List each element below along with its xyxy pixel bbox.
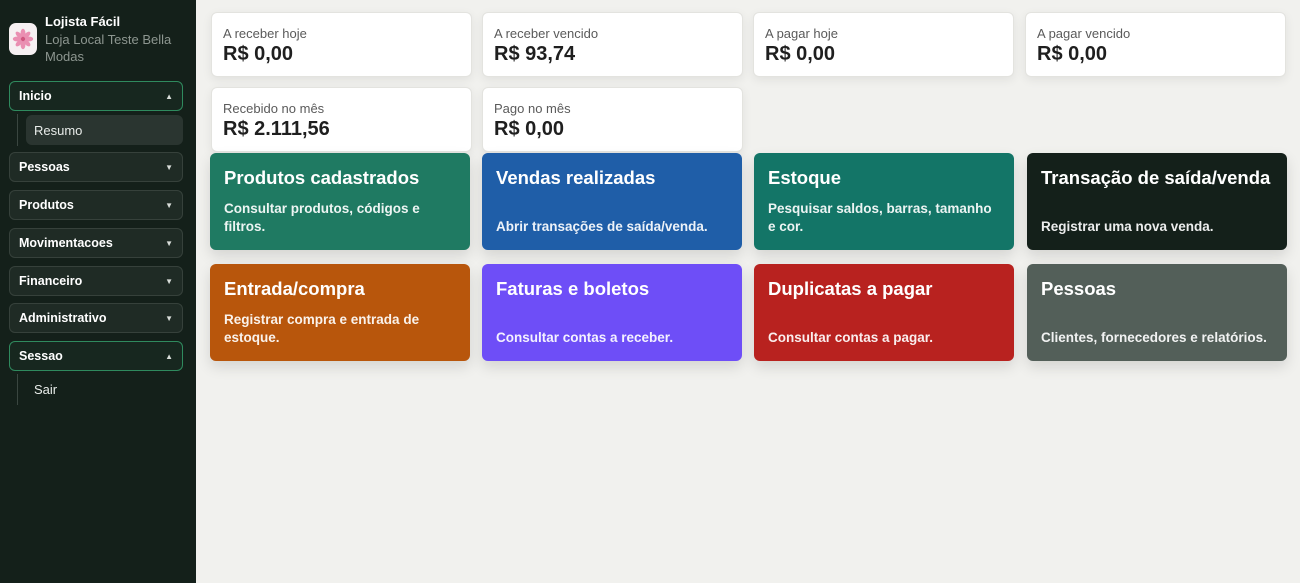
tile-title: Transação de saída/venda: [1041, 167, 1271, 188]
menu-label: Administrativo: [19, 311, 107, 325]
summary-card-receber-hoje: A receber hoje R$ 0,00: [211, 12, 472, 77]
tile-description: Pesquisar saldos, barras, tamanho e cor.: [768, 201, 992, 234]
tile-description: Registrar compra e entrada de estoque.: [224, 312, 420, 345]
tile-pessoas[interactable]: Pessoas Clientes, fornecedores e relatór…: [1027, 264, 1287, 361]
menu-label: Movimentacoes: [19, 236, 113, 250]
summary-label: A receber vencido: [494, 26, 599, 41]
menu-label: Pessoas: [19, 160, 70, 174]
summary-value: R$ 0,00: [1037, 43, 1108, 65]
tile-entrada-compra[interactable]: Entrada/compra Registrar compra e entrad…: [210, 264, 470, 361]
summary-label: Recebido no mês: [223, 101, 325, 116]
sidebar: Lojista Fácil Loja Local Teste Bella Mod…: [0, 0, 196, 583]
caret-up-icon: ▲: [165, 91, 173, 101]
tile-title: Estoque: [768, 167, 841, 188]
summary-value: R$ 2.111,56: [223, 118, 330, 140]
tile-description: Consultar produtos, códigos e filtros.: [224, 201, 420, 234]
summary-value: R$ 0,00: [765, 43, 836, 65]
tile-description: Registrar uma nova venda.: [1041, 219, 1214, 234]
tile-duplicatas-pagar[interactable]: Duplicatas a pagar Consultar contas a pa…: [754, 264, 1014, 361]
tile-produtos-cadastrados[interactable]: Produtos cadastrados Consultar produtos,…: [210, 153, 470, 250]
tile-description: Consultar contas a pagar.: [768, 330, 934, 345]
summary-card-pagar-hoje: A pagar hoje R$ 0,00: [753, 12, 1014, 77]
tile-description: Clientes, fornecedores e relatórios.: [1041, 330, 1267, 345]
tile-title: Faturas e boletos: [496, 278, 650, 299]
menu-produtos[interactable]: Produtos ▼: [9, 190, 183, 220]
brand: Lojista Fácil Loja Local Teste Bella Mod…: [9, 14, 189, 66]
submenu-sessao: Sair: [17, 374, 183, 405]
menu-label: Produtos: [19, 198, 74, 212]
summary-label: Pago no mês: [494, 101, 571, 116]
caret-down-icon: ▼: [165, 313, 173, 323]
submenu-inicio: Resumo: [17, 114, 183, 146]
caret-down-icon: ▼: [165, 276, 173, 286]
menu-label: Financeiro: [19, 274, 83, 288]
tile-transacao-saida-venda[interactable]: Transação de saída/venda Registrar uma n…: [1027, 153, 1287, 250]
tile-vendas-realizadas[interactable]: Vendas realizadas Abrir transações de sa…: [482, 153, 742, 250]
menu-financeiro[interactable]: Financeiro ▼: [9, 266, 183, 296]
tile-title: Vendas realizadas: [496, 167, 656, 188]
summary-label: A pagar vencido: [1037, 26, 1131, 41]
summary-label: A pagar hoje: [765, 26, 839, 41]
summary-value: R$ 93,74: [494, 43, 576, 65]
menu-label: Sessao: [19, 349, 63, 363]
tile-estoque[interactable]: Estoque Pesquisar saldos, barras, tamanh…: [754, 153, 1014, 250]
caret-down-icon: ▼: [165, 200, 173, 210]
menu-inicio[interactable]: Inicio ▲: [9, 81, 183, 111]
menu-sessao[interactable]: Sessao ▲: [9, 341, 183, 371]
summary-value: R$ 0,00: [494, 118, 565, 140]
submenu-item-sair[interactable]: Sair: [26, 374, 183, 404]
store-name: Loja Local Teste Bella Modas: [45, 32, 172, 64]
tile-faturas-boletos[interactable]: Faturas e boletos Consultar contas a rec…: [482, 264, 742, 361]
summary-value: R$ 0,00: [223, 43, 294, 65]
tile-title: Pessoas: [1041, 278, 1117, 299]
summary-label: A receber hoje: [223, 26, 307, 41]
tile-title: Produtos cadastrados: [224, 167, 420, 188]
caret-down-icon: ▼: [165, 238, 173, 248]
menu-movimentacoes[interactable]: Movimentacoes ▼: [9, 228, 183, 258]
tile-description: Abrir transações de saída/venda.: [496, 219, 708, 234]
tile-title: Duplicatas a pagar: [768, 278, 933, 299]
summary-card-pagar-vencido: A pagar vencido R$ 0,00: [1025, 12, 1286, 77]
summary-card-pago-mes: Pago no mês R$ 0,00: [482, 87, 743, 152]
tile-title: Entrada/compra: [224, 278, 365, 299]
menu-pessoas[interactable]: Pessoas ▼: [9, 152, 183, 182]
app-title: Lojista Fácil: [45, 14, 121, 29]
submenu-item-resumo[interactable]: Resumo: [26, 115, 183, 145]
tile-description: Consultar contas a receber.: [496, 330, 674, 345]
caret-up-icon: ▲: [165, 351, 173, 361]
caret-down-icon: ▼: [165, 162, 173, 172]
menu-label: Inicio: [19, 89, 52, 103]
summary-card-receber-vencido: A receber vencido R$ 93,74: [482, 12, 743, 77]
summary-card-recebido-mes: Recebido no mês R$ 2.111,56: [211, 87, 472, 152]
menu-administrativo[interactable]: Administrativo ▼: [9, 303, 183, 333]
flower-icon: [9, 23, 37, 55]
